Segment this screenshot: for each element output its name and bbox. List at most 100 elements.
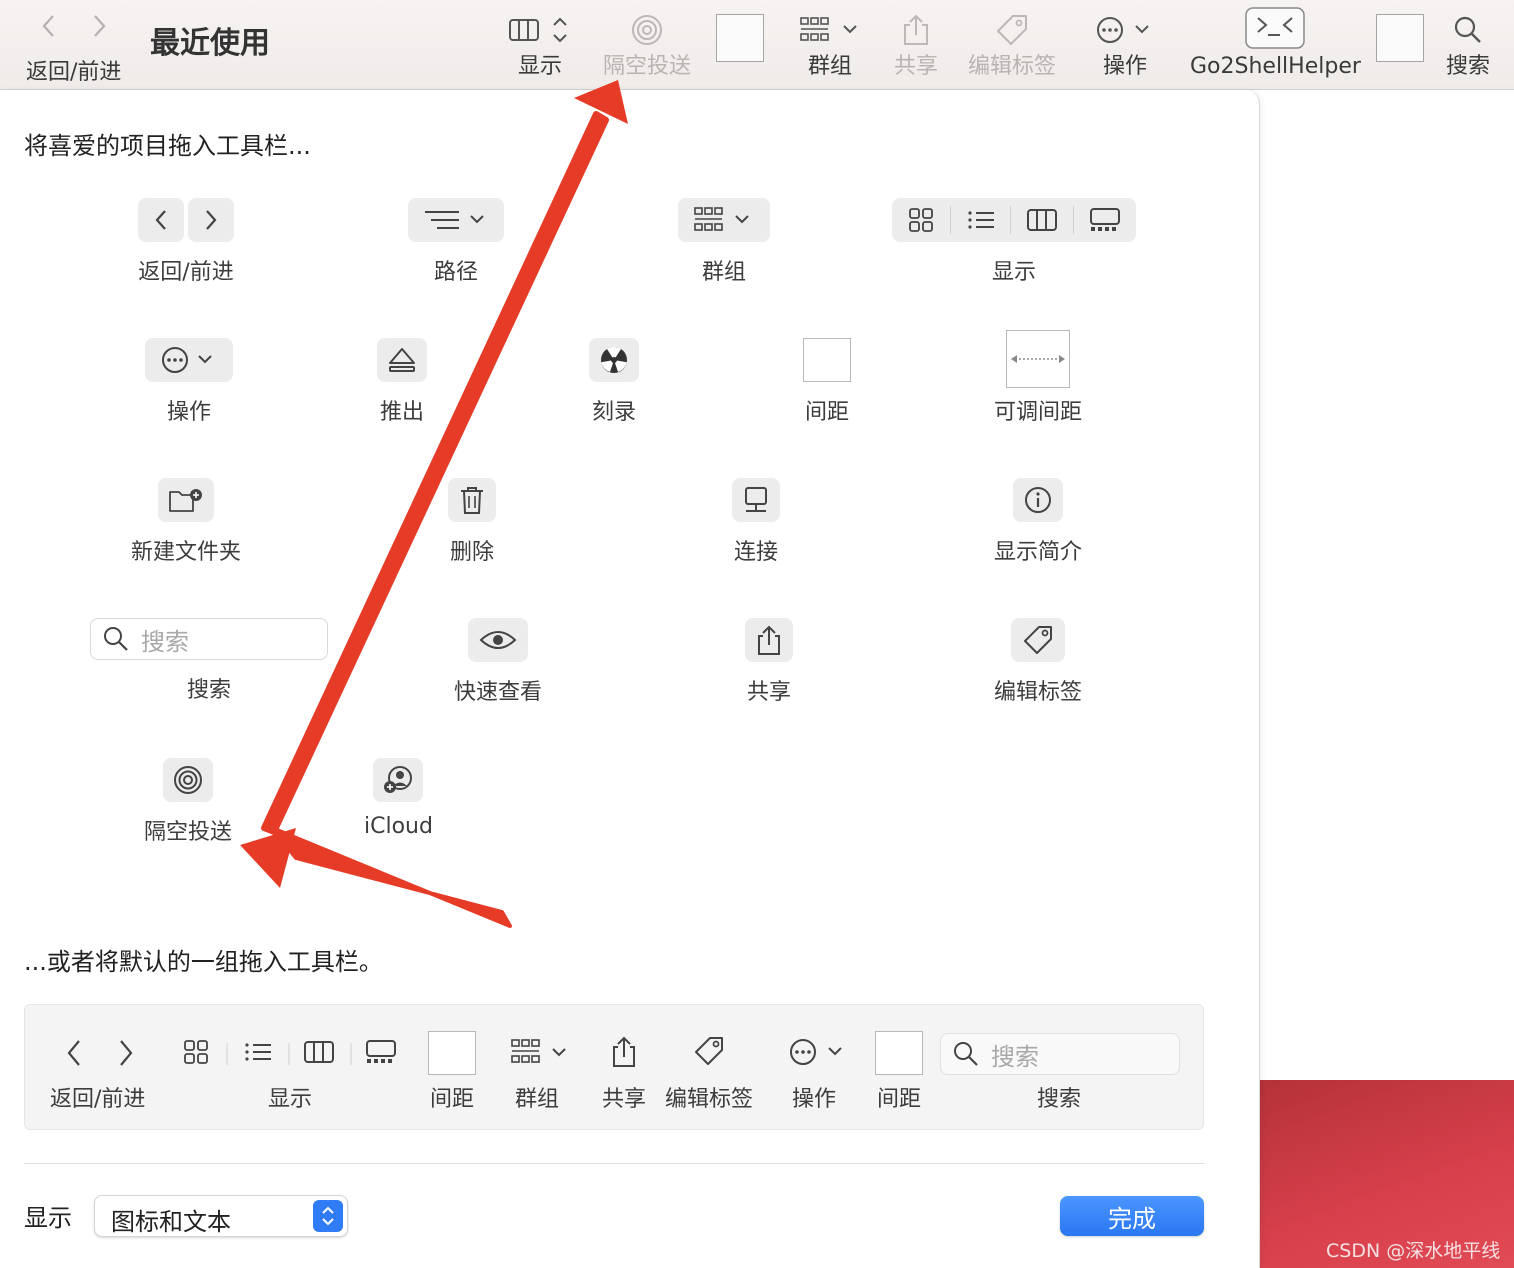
chevron-up-down-icon: [322, 1206, 334, 1226]
palette-eject[interactable]: 推出: [377, 338, 427, 426]
space-placeholder: [803, 338, 851, 382]
default-back-forward-label: 返回/前进: [50, 1087, 146, 1112]
search-icon: [104, 627, 128, 651]
palette-space[interactable]: 间距: [803, 338, 851, 426]
toolbar-tags-label: 编辑标签: [968, 54, 1057, 79]
customize-toolbar-sheet: 将喜爱的项目拖入工具栏... 返回/前进 路径 群组 显示 操作 推出 刻录 间…: [0, 90, 1260, 1268]
palette-flexible-space[interactable]: 可调间距: [994, 330, 1082, 426]
double-arrow-icon: [1011, 355, 1065, 363]
palette-group-label: 群组: [701, 260, 746, 285]
toolbar-action-button[interactable]: 操作: [1094, 10, 1156, 80]
palette-group[interactable]: 群组: [678, 198, 770, 286]
search-icon: [954, 1042, 978, 1066]
toolbar-group-button[interactable]: 群组: [798, 10, 862, 80]
default-share-label: 共享: [602, 1087, 647, 1112]
palette-view-label: 显示: [991, 260, 1036, 285]
default-group-label: 群组: [515, 1087, 560, 1112]
eject-icon: [389, 348, 415, 372]
segment-divider: [1010, 206, 1012, 234]
default-search-field: 搜索: [940, 1033, 1180, 1075]
show-mode-value: 图标和文本: [111, 1208, 231, 1236]
action-icon: [790, 1039, 842, 1065]
back-chevron-icon[interactable]: [39, 12, 59, 40]
palette-path[interactable]: 路径: [408, 198, 504, 286]
action-icon: [1097, 17, 1149, 43]
icloud-share-icon: [384, 766, 413, 793]
back-forward-control[interactable]: 返回/前进: [26, 6, 121, 86]
tag-icon: [997, 15, 1027, 45]
back-chevron-icon: [155, 210, 166, 230]
default-edit-tags-label: 编辑标签: [665, 1087, 754, 1112]
group-icon: [511, 1039, 566, 1063]
palette-edit-tags-label: 编辑标签: [994, 680, 1083, 705]
show-mode-popup[interactable]: 图标和文本: [94, 1195, 348, 1237]
column-view-icon: [509, 17, 567, 43]
toolbar-airdrop-button[interactable]: 隔空投送: [603, 10, 691, 80]
path-icon: [425, 211, 484, 229]
palette-burn[interactable]: 刻录: [589, 338, 639, 426]
palette-delete-label: 删除: [449, 540, 494, 565]
view-mode-icons: [184, 1040, 396, 1065]
palette-share[interactable]: 共享: [745, 618, 793, 706]
palette-connect[interactable]: 连接: [732, 478, 780, 566]
toolbar-airdrop-label: 隔空投送: [603, 54, 692, 79]
sheet-divider: [24, 1163, 1204, 1164]
toolbar-view-button[interactable]: 显示: [508, 10, 572, 80]
airdrop-icon: [174, 766, 202, 794]
default-space-2-label: 间距: [877, 1087, 922, 1112]
default-view-label: 显示: [268, 1087, 313, 1112]
palette-action-label: 操作: [166, 400, 211, 425]
palette-quick-look-label: 快速查看: [454, 680, 543, 705]
palette-quick-look[interactable]: 快速查看: [454, 618, 542, 706]
info-icon: [1025, 487, 1051, 513]
palette-new-folder[interactable]: 新建文件夹: [131, 478, 241, 566]
default-search-placeholder: 搜索: [991, 1042, 1039, 1071]
toolbar-share-button[interactable]: 共享: [894, 10, 938, 80]
done-button[interactable]: 完成: [1060, 1196, 1204, 1236]
toolbar-action-label: 操作: [1102, 54, 1147, 79]
icon-view-icon: [909, 208, 934, 232]
column-view-icon: [1027, 209, 1058, 231]
show-mode-label: 显示: [24, 1204, 72, 1232]
palette-back-forward[interactable]: 返回/前进: [138, 198, 234, 286]
toolbar-search-button[interactable]: 搜索: [1446, 10, 1490, 80]
toolbar-share-label: 共享: [894, 54, 939, 79]
share-icon: [613, 1036, 635, 1067]
back-forward-icons: [67, 1040, 133, 1066]
palette-search-field: 搜索: [90, 618, 328, 660]
palette-flexible-space-label: 可调间距: [994, 400, 1083, 425]
gallery-view-icon: [1089, 208, 1120, 231]
list-view-icon: [968, 211, 994, 229]
tag-icon: [695, 1037, 723, 1065]
toolbar-group-label: 群组: [807, 54, 852, 79]
toolbar-go2shell-button[interactable]: Go2ShellHelper: [1190, 6, 1361, 80]
default-search-label: 搜索: [1037, 1087, 1082, 1112]
default-space-1: [428, 1031, 476, 1075]
palette-icloud-label: iCloud: [364, 814, 433, 839]
default-action-label: 操作: [792, 1087, 837, 1112]
palette-get-info[interactable]: 显示简介: [994, 478, 1082, 566]
toolbar-go2shell-label: Go2ShellHelper: [1190, 54, 1361, 79]
palette-view[interactable]: 显示: [892, 198, 1136, 286]
new-folder-icon: [169, 489, 202, 512]
forward-chevron-icon[interactable]: [89, 12, 109, 40]
segment-divider: [950, 206, 952, 234]
palette-delete[interactable]: 删除: [448, 478, 496, 566]
palette-eject-label: 推出: [379, 400, 424, 425]
palette-action[interactable]: 操作: [145, 338, 233, 426]
palette-edit-tags[interactable]: 编辑标签: [994, 618, 1082, 706]
watermark: CSDN @深水地平线: [1326, 1240, 1501, 1262]
palette-airdrop[interactable]: 隔空投送: [144, 758, 232, 846]
palette-search[interactable]: 搜索 搜索: [90, 618, 328, 704]
forward-chevron-icon: [206, 210, 217, 230]
toolbar-tags-button[interactable]: 编辑标签: [968, 10, 1056, 80]
toolbar-space-2: [1376, 14, 1424, 62]
palette-icloud[interactable]: iCloud: [364, 758, 433, 839]
airdrop-icon: [632, 15, 662, 45]
default-toolbar-set[interactable]: 返回/前进 显示 间距 群组 共享 编辑标签 操作 间距 搜索 搜索: [24, 1004, 1204, 1130]
toolbar-search-label: 搜索: [1446, 54, 1491, 79]
palette-path-label: 路径: [433, 260, 478, 285]
palette-connect-label: 连接: [733, 540, 778, 565]
default-space-1-label: 间距: [430, 1087, 475, 1112]
palette-get-info-label: 显示简介: [994, 540, 1083, 565]
